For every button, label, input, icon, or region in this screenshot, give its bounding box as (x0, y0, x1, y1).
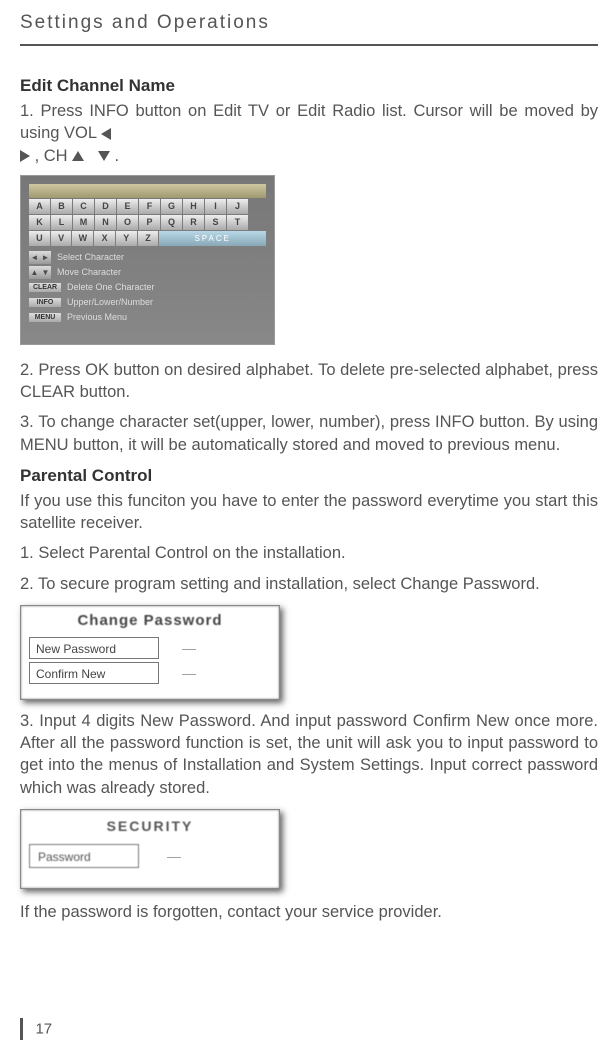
legend-right-icon: ► (40, 251, 51, 264)
page-number: 17 (35, 1021, 52, 1038)
keyboard-row-3: U V W X Y Z SPACE (29, 231, 266, 246)
key: M (73, 215, 94, 230)
footer-bar-icon (20, 1018, 23, 1040)
key: S (205, 215, 226, 230)
space-key: SPACE (159, 231, 266, 246)
edit-channel-title: Edit Channel Name (20, 76, 598, 96)
key: R (183, 215, 204, 230)
step1-text-c: . (115, 147, 120, 165)
legend-text: Move Character (57, 267, 121, 277)
page-header: Settings and Operations (20, 12, 598, 34)
password-label: Password (29, 844, 139, 868)
forgotten-password-text: If the password is forgotten, contact yo… (20, 901, 598, 923)
legend-text: Delete One Character (67, 282, 155, 292)
key: U (29, 231, 50, 246)
key: Z (138, 231, 159, 246)
security-figure: SECURITY Password — (20, 809, 280, 889)
edit-channel-step1: 1. Press INFO button on Edit TV or Edit … (20, 100, 598, 167)
key: P (139, 215, 160, 230)
parental-intro: If you use this funciton you have to ent… (20, 490, 598, 535)
edit-channel-step3: 3. To change character set(upper, lower,… (20, 411, 598, 456)
parental-control-title: Parental Control (20, 466, 598, 486)
key: D (95, 199, 116, 214)
new-password-value: — (159, 640, 219, 656)
edit-channel-step2: 2. Press OK button on desired alphabet. … (20, 359, 598, 404)
key: H (183, 199, 204, 214)
confirm-new-label: Confirm New (29, 662, 159, 684)
parental-step3: 3. Input 4 digits New Password. And inpu… (20, 710, 598, 799)
key: X (94, 231, 115, 246)
legend-down-icon: ▼ (40, 266, 51, 279)
legend-info-button: INFO (29, 298, 61, 307)
key: I (205, 199, 226, 214)
down-arrow-icon (98, 151, 110, 161)
keyboard-row-2: K L M N O P Q R S T (29, 215, 266, 230)
key: L (51, 215, 72, 230)
legend-text: Previous Menu (67, 312, 127, 322)
key: K (29, 215, 50, 230)
step1-text-b: , CH (35, 147, 68, 165)
legend-up-icon: ▲ (29, 266, 40, 279)
right-arrow-icon (20, 150, 30, 162)
key: Y (116, 231, 137, 246)
legend-menu-button: MENU (29, 313, 61, 322)
page-footer: 17 (20, 1018, 52, 1040)
key: A (29, 199, 50, 214)
key: Q (161, 215, 182, 230)
key: E (117, 199, 138, 214)
legend-clear-button: CLEAR (29, 283, 61, 292)
key: F (139, 199, 160, 214)
key: C (73, 199, 94, 214)
password-value: — (139, 848, 209, 864)
confirm-new-value: — (159, 665, 219, 681)
parental-step1: 1. Select Parental Control on the instal… (20, 542, 598, 564)
legend-text: Select Character (57, 252, 124, 262)
left-arrow-icon (101, 128, 111, 140)
up-arrow-icon (72, 151, 84, 161)
keyboard-figure: A B C D E F G H I J K L M N O P Q R S T … (20, 175, 275, 345)
key: O (117, 215, 138, 230)
key: G (161, 199, 182, 214)
legend-left-icon: ◄ (29, 251, 40, 264)
key: N (95, 215, 116, 230)
key: B (51, 199, 72, 214)
key: J (227, 199, 248, 214)
new-password-label: New Password (29, 637, 159, 659)
security-title: SECURITY (29, 818, 271, 834)
keyboard-title-bar (29, 184, 266, 198)
key: W (72, 231, 93, 246)
legend-text: Upper/Lower/Number (67, 297, 153, 307)
keyboard-legend: ◄► Select Character ▲▼ Move Character CL… (29, 250, 266, 325)
header-rule (20, 44, 598, 46)
key: V (51, 231, 72, 246)
change-password-figure: Change Password New Password — Confirm N… (20, 605, 280, 700)
parental-step2: 2. To secure program setting and install… (20, 573, 598, 595)
change-password-title: Change Password (29, 612, 271, 629)
key: T (227, 215, 248, 230)
keyboard-row-1: A B C D E F G H I J (29, 199, 266, 214)
